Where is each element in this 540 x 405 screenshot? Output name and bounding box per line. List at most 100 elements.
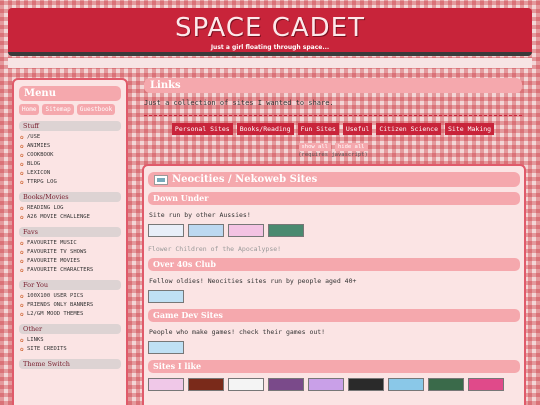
flower-icon: ✿ bbox=[20, 179, 24, 186]
down-under-badges bbox=[148, 224, 520, 238]
menu-title: Menu bbox=[19, 86, 121, 101]
sitemap-button[interactable]: Sitemap bbox=[42, 104, 74, 115]
section-title-other: Other bbox=[19, 324, 121, 334]
down-under-desc: Site run by other Aussies! bbox=[149, 211, 251, 219]
game-dev-badges bbox=[148, 341, 520, 355]
flower-icon: ✿ bbox=[20, 337, 24, 344]
site-badge[interactable] bbox=[228, 378, 264, 391]
over-40s-badges bbox=[148, 290, 520, 304]
site-badge[interactable] bbox=[148, 378, 184, 391]
sidebar-item-fav-tv[interactable]: ✿ FAVOURITE TV SHOWS bbox=[19, 248, 121, 257]
sites-i-like-title: Sites I like bbox=[148, 360, 520, 373]
flower-icon: ✿ bbox=[20, 302, 24, 309]
sidebar-item-site-credits[interactable]: ✿ SITE CREDITS bbox=[19, 345, 121, 354]
sidebar-item-reading-log[interactable]: ✿ READING LOG bbox=[19, 204, 121, 213]
stuff-list: ✿/USE ✿ ANIMIES ✿ COOKBOOK ✿ BLOG ✿ LEXICON … bbox=[19, 133, 121, 187]
for-you-list: ✿ 100X100 USER PICS ✿ FRIENDS ONLY BANNERS… bbox=[19, 292, 121, 319]
sidebar-item-cookbook[interactable]: ✿ COOKBOOK bbox=[19, 151, 121, 160]
flower-icon: ✿ bbox=[20, 143, 24, 150]
menu-buttons: Home Sitemap Guestbook bbox=[19, 104, 121, 115]
over-40s-desc: Fellow oldies! Neocities sites run by pe… bbox=[149, 277, 357, 285]
flower-icon: ✿ bbox=[20, 249, 24, 256]
category-buttons: Personal Sites Books/Reading Fun Sites U… bbox=[140, 123, 526, 135]
site-badge[interactable] bbox=[268, 378, 304, 391]
useful-button[interactable]: Useful bbox=[342, 123, 373, 135]
site-badge[interactable] bbox=[148, 224, 184, 237]
site-badge[interactable] bbox=[308, 378, 344, 391]
flower-icon: ✿ bbox=[20, 258, 24, 265]
sidebar-item-ttrpg-log[interactable]: ✿ TTRPG LOG bbox=[19, 178, 121, 187]
game-dev-title: Game Dev Sites bbox=[148, 309, 520, 322]
apocalypse-quote: Flower Children of the Apocalypse! bbox=[148, 245, 282, 253]
flower-icon: ✿ bbox=[20, 205, 24, 212]
favs-list: ✿ FAVOURITE MUSIC ✿ FAVOURITE TV SHOWS ✿ FA… bbox=[19, 239, 121, 275]
flower-icon: ✿ bbox=[20, 152, 24, 159]
site-badge[interactable] bbox=[428, 378, 464, 391]
site-title[interactable]: SPACE CADET bbox=[8, 8, 532, 42]
sidebar-item-animies[interactable]: ✿ ANIMIES bbox=[19, 142, 121, 151]
site-making-button[interactable]: Site Making bbox=[445, 123, 495, 135]
fun-sites-button[interactable]: Fun Sites bbox=[297, 123, 339, 135]
flower-icon: ✿ bbox=[20, 267, 24, 274]
section-title-favs: Favs bbox=[19, 227, 121, 237]
sidebar: Menu Home Sitemap Guestbook Stuff ✿/USE … bbox=[12, 78, 128, 405]
page-title: Links bbox=[144, 78, 522, 93]
personal-sites-button[interactable]: Personal Sites bbox=[171, 123, 233, 135]
sidebar-item-mood-themes[interactable]: ✿ L2/GM MOOD THEMES bbox=[19, 310, 121, 319]
javascript-note: (requires javascript) bbox=[298, 152, 368, 158]
flower-icon: ✿ bbox=[20, 346, 24, 353]
sidebar-item-fav-characters[interactable]: ✿ FAVOURITE CHARACTERS bbox=[19, 266, 121, 275]
flower-icon: ✿ bbox=[20, 161, 24, 168]
show-all-button[interactable]: show all bbox=[298, 143, 331, 151]
flower-icon: ✿ bbox=[20, 293, 24, 300]
books-reading-button[interactable]: Books/Reading bbox=[236, 123, 294, 135]
header-divider bbox=[8, 58, 532, 68]
section-title-stuff: Stuff bbox=[19, 121, 121, 131]
site-badge[interactable] bbox=[188, 378, 224, 391]
links-panel: Links Just a collection of sites I wante… bbox=[140, 78, 526, 162]
section-title-theme-switch: Theme Switch bbox=[19, 359, 121, 369]
flower-icon: ✿ bbox=[20, 240, 24, 247]
hide-all-button[interactable]: hide all bbox=[335, 143, 368, 151]
citizen-science-button[interactable]: Citizen Science bbox=[376, 123, 442, 135]
sidebar-item-fav-movies[interactable]: ✿ FAVOURITE MOVIES bbox=[19, 257, 121, 266]
site-tagline: Just a girl floating through space... bbox=[210, 44, 330, 51]
neocities-panel: Neocities / Nekoweb Sites Down Under Sit… bbox=[142, 164, 526, 405]
site-badge[interactable] bbox=[388, 378, 424, 391]
game-dev-desc: People who make games! check their games… bbox=[149, 328, 326, 336]
site-badge[interactable] bbox=[188, 224, 224, 237]
flower-icon: ✿ bbox=[20, 214, 24, 221]
site-header: SPACE CADET Just a girl floating through… bbox=[8, 8, 532, 56]
site-badge[interactable] bbox=[148, 341, 184, 354]
sidebar-item-fav-music[interactable]: ✿ FAVOURITE MUSIC bbox=[19, 239, 121, 248]
site-badge[interactable] bbox=[268, 224, 304, 237]
other-list: ✿ LINKS ✿ SITE CREDITS bbox=[19, 336, 121, 354]
over-40s-title: Over 40s Club bbox=[148, 258, 520, 271]
site-badge[interactable] bbox=[228, 224, 264, 237]
site-badge[interactable] bbox=[148, 290, 184, 303]
flower-icon: ✿ bbox=[20, 170, 24, 177]
site-badge[interactable] bbox=[468, 378, 504, 391]
view-buttons: show all hide all bbox=[140, 143, 526, 151]
sidebar-item-friends-banners[interactable]: ✿ FRIENDS ONLY BANNERS bbox=[19, 301, 121, 310]
flower-icon: ✿ bbox=[20, 134, 24, 141]
section-title-for-you: For You bbox=[19, 280, 121, 290]
sidebar-item-blog[interactable]: ✿ BLOG bbox=[19, 160, 121, 169]
books-movies-list: ✿ READING LOG ✿ A26 MOVIE CHALLENGE bbox=[19, 204, 121, 222]
sidebar-item-lexicon[interactable]: ✿ LEXICON bbox=[19, 169, 121, 178]
sidebar-item-use[interactable]: ✿/USE bbox=[19, 133, 121, 142]
guestbook-button[interactable]: Guestbook bbox=[76, 104, 116, 115]
flower-icon: ✿ bbox=[20, 311, 24, 318]
section-title-books-movies: Books/Movies bbox=[19, 192, 121, 202]
computer-icon bbox=[154, 174, 168, 185]
links-intro: Just a collection of sites I wanted to s… bbox=[144, 99, 334, 107]
neocities-title: Neocities / Nekoweb Sites bbox=[148, 172, 520, 187]
sites-i-like-badges bbox=[148, 378, 520, 392]
sidebar-item-links[interactable]: ✿ LINKS bbox=[19, 336, 121, 345]
main-content: Links Just a collection of sites I wante… bbox=[140, 78, 530, 405]
sidebar-item-movie-challenge[interactable]: ✿ A26 MOVIE CHALLENGE bbox=[19, 213, 121, 222]
home-button[interactable]: Home bbox=[19, 104, 40, 115]
divider bbox=[144, 115, 522, 116]
sidebar-item-user-pics[interactable]: ✿ 100X100 USER PICS bbox=[19, 292, 121, 301]
site-badge[interactable] bbox=[348, 378, 384, 391]
